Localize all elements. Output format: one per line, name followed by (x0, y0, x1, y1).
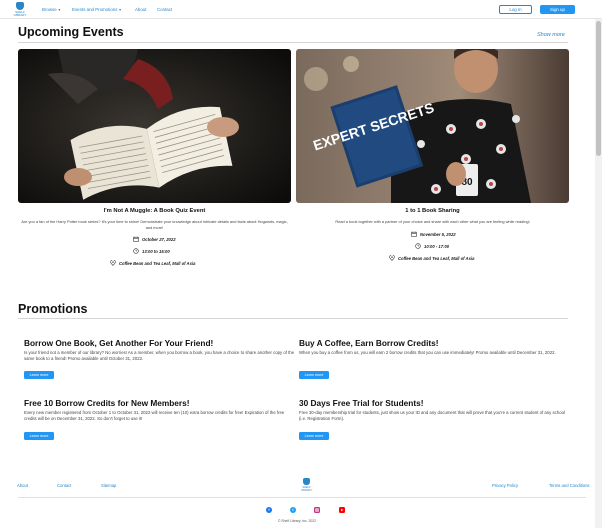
youtube-icon[interactable] (339, 507, 345, 513)
promo-description-free-trial: Free 30-day membership trial for student… (299, 410, 565, 422)
event-date-text: October 27, 2022 (142, 237, 176, 242)
event-image-book-quiz[interactable] (18, 49, 291, 203)
map-pin-icon (110, 259, 116, 267)
event-time-row: 10:00 - 17:00 (415, 243, 449, 250)
learn-more-button-buy-coffee[interactable]: Learn more (299, 371, 329, 379)
nav-browse-dropdown[interactable]: Browse▼ (42, 7, 61, 12)
footer-sitemap-link[interactable]: Sitemap (101, 483, 116, 488)
promo-description-free-credits: Every new member registered from October… (24, 410, 285, 422)
event-image-book-sharing[interactable]: EXPERT SECRETS 80 (296, 49, 569, 203)
footer-divider (18, 497, 586, 498)
show-more-link[interactable]: Show more (537, 32, 565, 38)
event-location-row: Coffee Bean and Tea Leaf, Mall of Asia (389, 254, 475, 262)
twitter-icon[interactable]: t (290, 507, 296, 513)
nav-browse-label: Browse (42, 7, 57, 12)
event-location-text: Coffee Bean and Tea Leaf, Mall of Asia (398, 256, 475, 261)
nav-events-promotions-dropdown[interactable]: Events and Promotions▼ (72, 7, 122, 12)
event-time-text: 13:00 to 15:00 (142, 249, 170, 254)
man-reading-photo: EXPERT SECRETS 80 (296, 49, 569, 203)
signup-button[interactable]: Sign up (540, 5, 575, 14)
copyright-text: © Shelf Library, Inc. 2022 (277, 519, 317, 523)
events-divider (18, 42, 568, 43)
page-scrollbar[interactable] (595, 19, 602, 528)
promo-title-free-trial: 30 Days Free Trial for Students! (299, 398, 424, 408)
event-description-book-quiz: Are you a fan of the Harry Potter book s… (21, 219, 288, 230)
logo-text: SHELF LIBRARY (13, 10, 27, 17)
promo-description-borrow-one: Is your friend not a member of our libra… (24, 350, 295, 362)
footer-contact-link[interactable]: Contact (57, 483, 71, 488)
event-date-row: October 27, 2022 (133, 236, 176, 243)
footer-logo[interactable]: SHELF LIBRARY (300, 478, 313, 492)
footer-logo-text: SHELF LIBRARY (300, 486, 313, 492)
event-title-book-sharing[interactable]: 1 to 1 Book Sharing (296, 208, 569, 214)
nav-about-link[interactable]: About (135, 7, 146, 12)
footer-about-link[interactable]: About (17, 483, 28, 488)
top-navbar: SHELF LIBRARY Browse▼ Events and Promoti… (0, 0, 602, 19)
event-date-row: November 5, 2022 (411, 231, 456, 238)
event-time-row: 13:00 to 15:00 (133, 248, 170, 255)
footer-terms-link[interactable]: Terms and Conditions (549, 483, 590, 488)
event-description-book-sharing: Read a book together with a partner of y… (335, 219, 530, 224)
library-logo[interactable]: SHELF LIBRARY (12, 2, 28, 17)
learn-more-button-borrow-one[interactable]: Learn more (24, 371, 54, 379)
event-title-book-quiz[interactable]: I'm Not A Muggle: A Book Quiz Event (18, 208, 291, 214)
promotions-section-title: Promotions (18, 302, 88, 316)
open-book-photo (18, 49, 291, 203)
nav-events-promotions-label: Events and Promotions (72, 7, 118, 12)
nav-contact-link[interactable]: Contact (157, 7, 172, 12)
map-pin-icon (389, 254, 395, 262)
promo-description-buy-coffee: When you buy a coffee from us, you will … (299, 350, 556, 355)
event-time-text: 10:00 - 17:00 (424, 244, 450, 249)
learn-more-button-free-trial[interactable]: Learn more (299, 432, 329, 440)
calendar-icon (133, 236, 139, 243)
promo-title-free-credits: Free 10 Borrow Credits for New Members! (24, 398, 190, 408)
footer-privacy-link[interactable]: Privacy Policy (492, 483, 518, 488)
promo-title-borrow-one: Borrow One Book, Get Another For Your Fr… (24, 338, 214, 348)
chevron-down-icon: ▼ (57, 8, 62, 12)
calendar-icon (411, 231, 417, 238)
chevron-down-icon: ▼ (118, 8, 122, 12)
event-location-text: Coffee Bean and Tea Leaf, Mall of Asia (119, 261, 196, 266)
learn-more-button-free-credits[interactable]: Learn more (24, 432, 54, 440)
instagram-icon[interactable] (314, 507, 320, 513)
promotions-divider (18, 318, 568, 319)
events-section-title: Upcoming Events (18, 25, 124, 39)
event-date-text: November 5, 2022 (420, 232, 456, 237)
clock-icon (415, 243, 421, 250)
facebook-icon[interactable]: f (266, 507, 272, 513)
logo-mark-icon (16, 2, 24, 10)
logo-mark-icon (303, 478, 310, 485)
login-button[interactable]: Log In (499, 5, 532, 14)
event-location-row: Coffee Bean and Tea Leaf, Mall of Asia (110, 259, 196, 267)
scrollbar-thumb[interactable] (596, 21, 601, 156)
clock-icon (133, 248, 139, 255)
promo-title-buy-coffee: Buy A Coffee, Earn Borrow Credits! (299, 338, 439, 348)
